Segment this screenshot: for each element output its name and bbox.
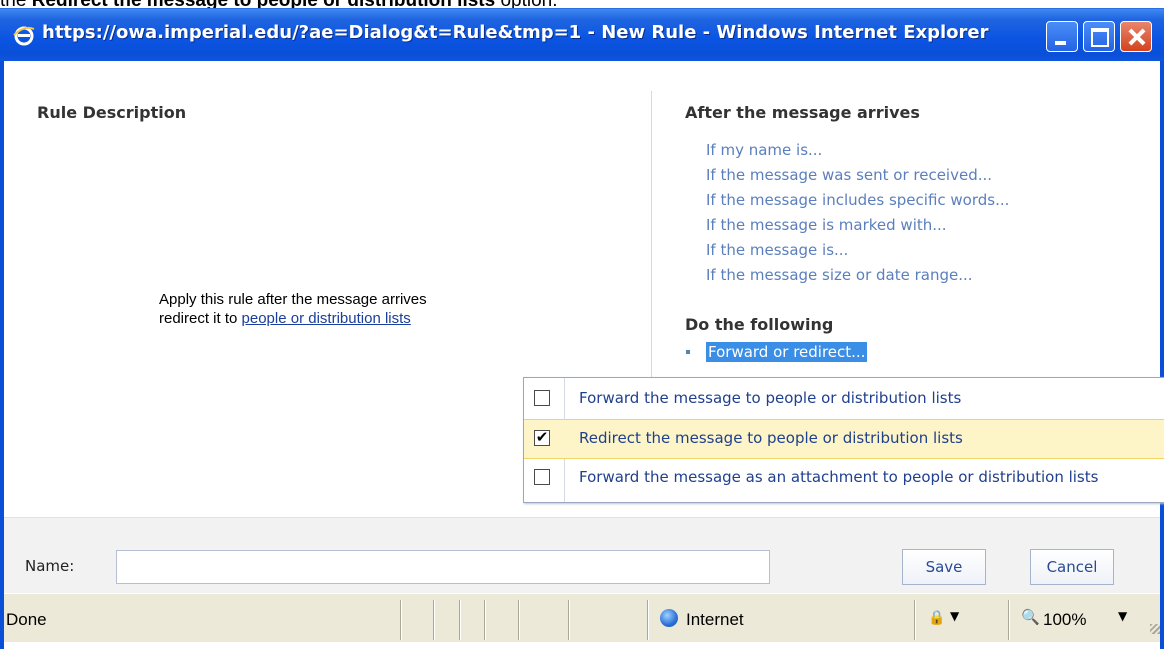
status-text: Done	[6, 610, 47, 629]
menu-item-label: Forward the message to people or distrib…	[579, 389, 962, 407]
condition-item[interactable]: If the message includes specific words..…	[706, 190, 1009, 215]
cancel-button[interactable]: Cancel	[1030, 549, 1114, 585]
protected-mode-icon[interactable]: 🔒	[928, 610, 945, 626]
checkmark-icon: ✔	[535, 428, 549, 446]
status-divider	[568, 600, 569, 640]
zoom-icon[interactable]: 🔍	[1021, 608, 1040, 626]
window-title: https://owa.imperial.edu/?ae=Dialog&t=Ru…	[42, 22, 989, 43]
checkbox[interactable]	[534, 390, 550, 406]
menu-item-label: Forward the message as an attachment to …	[579, 468, 1099, 486]
condition-item[interactable]: If the message was sent or received...	[706, 165, 1009, 190]
menu-item-forward[interactable]: Forward the message to people or distrib…	[524, 380, 1164, 418]
rule-description-line1: Apply this rule after the message arrive…	[159, 291, 427, 308]
status-divider	[459, 600, 460, 640]
dialog-footer: Name: Save Cancel	[4, 517, 1160, 594]
ie-window: https://owa.imperial.edu/?ae=Dialog&t=Ru…	[0, 8, 1164, 649]
dialog-content: Rule Description Apply this rule after t…	[4, 61, 1164, 517]
chevron-down-icon[interactable]: ▼	[950, 609, 959, 623]
zoom-level[interactable]: 100%	[1043, 610, 1086, 630]
close-button[interactable]	[1120, 21, 1152, 52]
menu-item-redirect[interactable]: ✔ Redirect the message to people or dist…	[524, 419, 1164, 459]
status-divider	[484, 600, 485, 640]
condition-item[interactable]: If my name is...	[706, 140, 1009, 165]
menu-item-forward-attachment[interactable]: Forward the message as an attachment to …	[524, 459, 1164, 497]
actions-heading: Do the following	[685, 315, 834, 334]
title-bar[interactable]: https://owa.imperial.edu/?ae=Dialog&t=Ru…	[0, 8, 1164, 62]
chevron-down-icon[interactable]: ▼	[1118, 609, 1127, 623]
status-divider	[518, 600, 519, 640]
status-divider	[914, 600, 915, 640]
rule-description-text: Apply this rule after the message arrive…	[159, 290, 427, 328]
condition-item[interactable]: If the message is...	[706, 240, 1009, 265]
globe-icon	[660, 609, 678, 627]
name-input[interactable]	[116, 550, 770, 584]
checkbox[interactable]	[534, 469, 550, 485]
condition-item[interactable]: If the message size or date range...	[706, 265, 1009, 290]
vertical-divider	[651, 91, 652, 381]
status-divider	[433, 600, 434, 640]
rule-description-heading: Rule Description	[37, 103, 187, 122]
bullet-icon	[686, 350, 690, 354]
window-frame-right	[1160, 61, 1164, 649]
save-button[interactable]: Save	[902, 549, 986, 585]
condition-item[interactable]: If the message is marked with...	[706, 215, 1009, 240]
forward-options-menu: Forward the message to people or distrib…	[523, 377, 1164, 503]
people-or-lists-link[interactable]: people or distribution lists	[242, 310, 411, 327]
status-divider	[400, 600, 401, 640]
forward-or-redirect-item[interactable]: Forward or redirect...	[706, 342, 868, 362]
ie-logo-icon	[13, 26, 35, 46]
conditions-heading: After the message arrives	[685, 103, 920, 122]
status-bar: Done Internet 🔒 ▼ 🔍 100% ▼	[4, 593, 1160, 642]
menu-item-label: Redirect the message to people or distri…	[579, 429, 963, 447]
resize-grip-icon[interactable]	[1150, 624, 1160, 634]
status-divider	[1008, 600, 1009, 640]
maximize-button[interactable]	[1083, 21, 1115, 52]
name-label: Name:	[25, 557, 75, 575]
security-zone: Internet	[686, 610, 744, 629]
minimize-button[interactable]	[1046, 21, 1078, 52]
status-divider	[647, 600, 648, 640]
conditions-list: If my name is... If the message was sent…	[706, 140, 1009, 290]
rule-description-line2: redirect it to people or distribution li…	[159, 309, 427, 328]
rule-description-prefix: redirect it to	[159, 310, 242, 327]
checkbox-checked[interactable]: ✔	[534, 430, 550, 446]
